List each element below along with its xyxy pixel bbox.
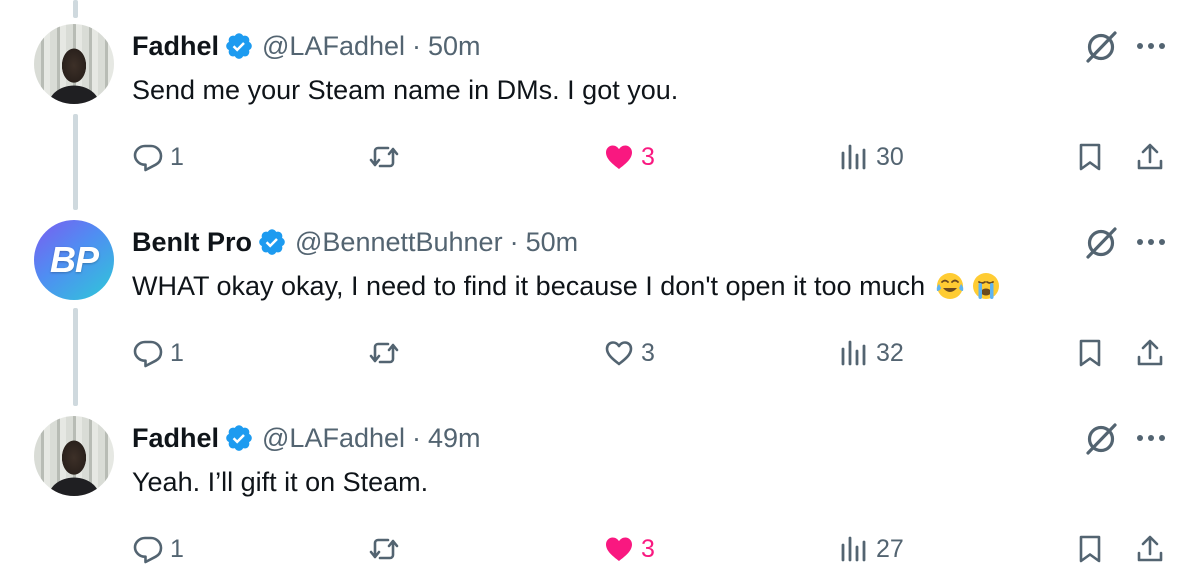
heart-outline-icon	[605, 341, 633, 366]
tweet-text: Yeah. I’ll gift it on Steam.	[132, 462, 428, 502]
display-name[interactable]: Fadhel	[132, 31, 219, 62]
avatar[interactable]: BP	[34, 220, 114, 300]
user-handle[interactable]: @LAFadhel	[262, 423, 405, 454]
separator: ·	[412, 30, 422, 61]
like-button[interactable]: 3	[603, 135, 655, 179]
reply-button[interactable]: 1	[132, 331, 184, 375]
share-icon	[1137, 535, 1163, 562]
like-button[interactable]: 3	[603, 527, 655, 571]
tweet-text-content: Yeah. I’ll gift it on Steam.	[132, 467, 429, 497]
heart-filled-icon	[606, 145, 632, 169]
view-count: 32	[876, 338, 904, 367]
tweet-header: Fadhel @LAFadhel · 50m	[132, 28, 481, 64]
view-count: 27	[876, 534, 904, 563]
views-chart-icon	[841, 340, 866, 366]
loudly-crying-face-icon	[973, 273, 1000, 299]
bookmark-icon	[1079, 143, 1101, 171]
tweet-actions: 1 3 30	[0, 135, 1200, 179]
tweet[interactable]: Fadhel @LAFadhel · 50m Send me your Stea…	[0, 0, 1200, 195]
reply-count: 1	[170, 142, 184, 171]
more-options-icon[interactable]	[1134, 426, 1168, 450]
reply-button[interactable]: 1	[132, 527, 184, 571]
tweet[interactable]: BP BenIt Pro @BennettBuhner · 50m WHAT o…	[0, 196, 1200, 391]
repost-button[interactable]	[368, 135, 400, 179]
display-name[interactable]: Fadhel	[132, 423, 219, 454]
verified-badge-icon	[259, 229, 285, 255]
user-handle[interactable]: @LAFadhel	[262, 31, 405, 62]
grok-icon[interactable]	[1082, 420, 1120, 458]
repost-icon	[369, 538, 399, 560]
verified-badge-icon	[226, 425, 252, 451]
more-options-icon[interactable]	[1134, 34, 1168, 58]
grok-icon[interactable]	[1082, 224, 1120, 262]
tweet-actions: 1 3 32	[0, 331, 1200, 375]
bookmark-icon	[1079, 339, 1101, 367]
tweet-text: WHAT okay okay, I need to find it becaus…	[132, 266, 1001, 306]
avatar-initials: BP	[49, 239, 99, 280]
share-button[interactable]	[1134, 527, 1166, 571]
timestamp[interactable]: 50m	[526, 227, 579, 258]
reply-count: 1	[170, 534, 184, 563]
share-icon	[1137, 339, 1163, 366]
share-icon	[1137, 143, 1163, 170]
timestamp[interactable]: 49m	[428, 423, 481, 454]
bookmark-icon	[1079, 535, 1101, 563]
heart-filled-icon	[606, 537, 632, 561]
user-handle[interactable]: @BennettBuhner	[295, 227, 503, 258]
like-button[interactable]: 3	[603, 331, 655, 375]
more-options-icon[interactable]	[1134, 230, 1168, 254]
bookmark-button[interactable]	[1074, 527, 1106, 571]
tweet-text: Send me your Steam name in DMs. I got yo…	[132, 70, 678, 110]
views-chart-icon	[841, 536, 866, 562]
views-button[interactable]: 27	[838, 527, 904, 571]
bookmark-button[interactable]	[1074, 331, 1106, 375]
like-count: 3	[641, 534, 655, 563]
verified-badge-icon	[226, 33, 252, 59]
face-with-tears-of-joy-icon	[936, 273, 964, 299]
tweet[interactable]: Fadhel @LAFadhel · 49m Yeah. I’ll gift i…	[0, 392, 1200, 585]
repost-icon	[369, 146, 399, 168]
reply-count: 1	[170, 338, 184, 367]
reply-icon	[133, 144, 163, 172]
separator: ·	[509, 226, 519, 257]
repost-button[interactable]	[368, 331, 400, 375]
views-chart-icon	[841, 144, 866, 170]
tweet-header: BenIt Pro @BennettBuhner · 50m	[132, 224, 578, 260]
tweet-header: Fadhel @LAFadhel · 49m	[132, 420, 481, 456]
grok-icon[interactable]	[1082, 28, 1120, 66]
display-name[interactable]: BenIt Pro	[132, 227, 252, 258]
separator: ·	[412, 422, 422, 453]
reply-button[interactable]: 1	[132, 135, 184, 179]
views-button[interactable]: 32	[838, 331, 904, 375]
timestamp[interactable]: 50m	[428, 31, 481, 62]
like-count: 3	[641, 338, 655, 367]
tweet-actions: 1 3 27	[0, 527, 1200, 571]
views-button[interactable]: 30	[838, 135, 904, 179]
like-count: 3	[641, 142, 655, 171]
avatar[interactable]	[34, 416, 114, 496]
repost-icon	[369, 342, 399, 364]
share-button[interactable]	[1134, 331, 1166, 375]
tweet-text-content: Send me your Steam name in DMs. I got yo…	[132, 75, 679, 105]
reply-icon	[133, 536, 163, 564]
reply-icon	[133, 340, 163, 368]
bookmark-button[interactable]	[1074, 135, 1106, 179]
share-button[interactable]	[1134, 135, 1166, 179]
tweet-text-content: WHAT okay okay, I need to find it becaus…	[132, 271, 926, 301]
repost-button[interactable]	[368, 527, 400, 571]
view-count: 30	[876, 142, 904, 171]
avatar[interactable]	[34, 24, 114, 104]
